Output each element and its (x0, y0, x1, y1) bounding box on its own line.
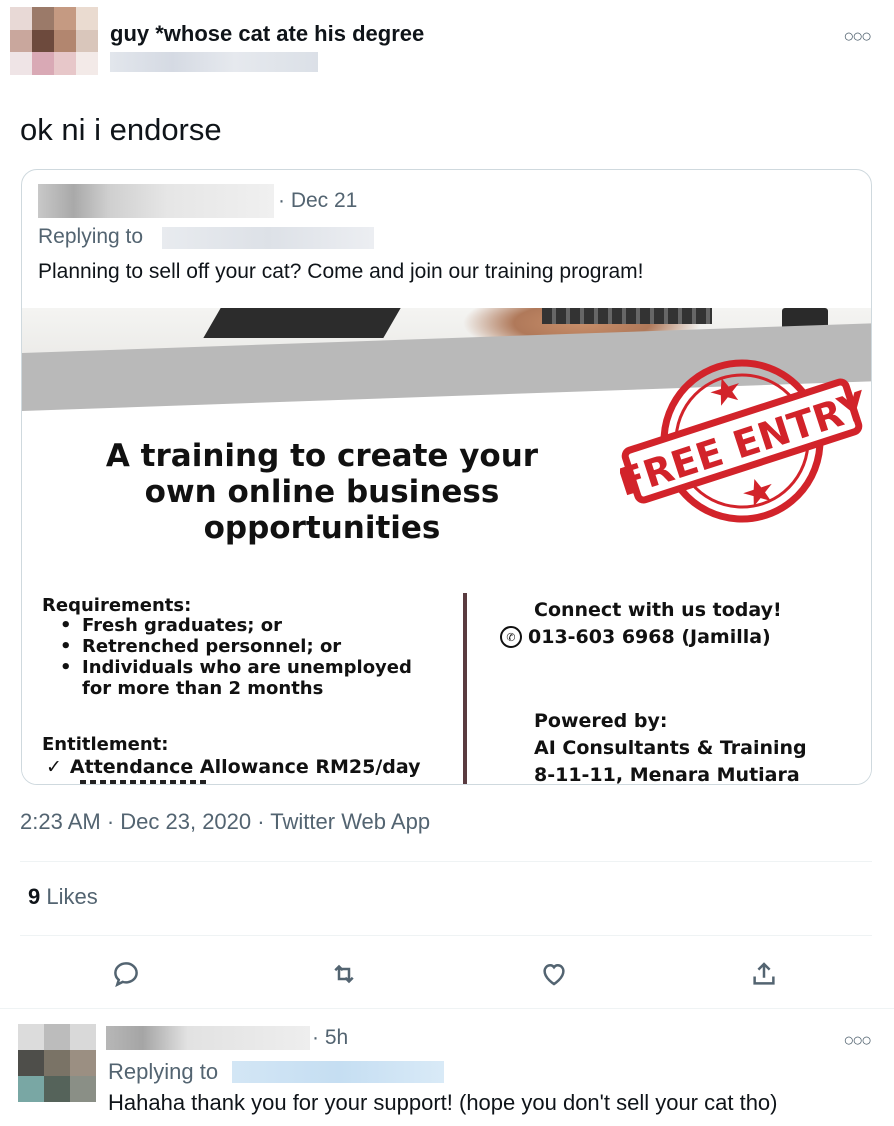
share-icon (753, 962, 775, 985)
free-entry-stamp: FREE ENTRY (620, 359, 865, 523)
laptop-shape (203, 308, 401, 338)
retweet-button[interactable] (326, 956, 362, 992)
divider (0, 1008, 894, 1009)
requirement-item: Fresh graduates; or (60, 615, 412, 636)
poster-divider (463, 593, 467, 784)
tweet-text: ok ni i endorse (20, 112, 222, 147)
replying-to-handle-redacted[interactable] (232, 1061, 444, 1083)
quoted-date: · Dec 21 (278, 189, 358, 212)
headline-line: opportunities (203, 510, 441, 546)
divider (20, 861, 872, 862)
like-icon (543, 963, 565, 986)
quoted-text: Planning to sell off your cat? Come and … (38, 260, 644, 283)
headline-line: A training to create your (105, 438, 539, 474)
requirement-item: Individuals who are unemployed (60, 657, 412, 678)
tweet-timestamp[interactable]: 2:23 AM · Dec 23, 2020 · Twitter Web App (20, 809, 430, 835)
poster-headline: A training to create your own online bus… (52, 438, 592, 546)
share-button[interactable] (746, 956, 782, 992)
powered-by-block: Powered by: AI Consultants & Training 8-… (534, 708, 807, 785)
likes-count[interactable]: 9 Likes (28, 884, 98, 910)
entitlement-item: ✓ Attendance Allowance RM25/day (46, 756, 421, 778)
checkmark-icon: ✓ (46, 756, 62, 778)
entitlement-text: Attendance Allowance RM25/day (69, 756, 421, 778)
keyboard-shape (542, 308, 712, 324)
quoted-tweet[interactable]: · Dec 21 Replying to Planning to sell of… (21, 169, 872, 785)
company-address: 8-11-11, Menara Mutiara (534, 764, 800, 785)
more-options-icon[interactable]: ○○○ (843, 26, 872, 47)
like-button[interactable] (536, 956, 572, 992)
reply-avatar[interactable] (18, 1024, 96, 1102)
reply-icon (114, 962, 138, 988)
requirement-item: for more than 2 months (82, 678, 324, 699)
requirement-item: Retrenched personnel; or (60, 636, 412, 657)
reply-time[interactable]: · 5h (312, 1026, 348, 1050)
likes-number: 9 (28, 884, 41, 909)
reply-button[interactable] (108, 956, 144, 992)
likes-label: Likes (46, 884, 98, 909)
divider (20, 935, 872, 936)
reply-text: Hahaha thank you for your support! (hope… (108, 1090, 778, 1115)
display-name[interactable]: guy *whose cat ate his degree (110, 21, 424, 47)
handle-redacted (110, 52, 318, 72)
avatar[interactable] (10, 7, 98, 75)
replying-to-label: Replying to (38, 225, 144, 248)
powered-by-title: Powered by: (534, 710, 668, 732)
poster-image[interactable]: A training to create your own online bus… (22, 308, 871, 785)
whatsapp-icon: ✆ (500, 626, 522, 648)
company-name: AI Consultants & Training (534, 737, 807, 759)
phone-contact: ✆ 013-603 6968 (Jamilla) (500, 626, 771, 648)
replying-to-label: Replying to (108, 1059, 219, 1084)
connect-title: Connect with us today! (534, 599, 782, 621)
requirements-list: Fresh graduates; or Retrenched personnel… (60, 615, 412, 699)
headline-line: own online business (144, 474, 500, 510)
more-options-icon[interactable]: ○○○ (843, 1030, 872, 1051)
requirements-title: Requirements: (42, 595, 192, 616)
phone-number: 013-603 6968 (Jamilla) (528, 626, 771, 648)
retweet-icon (334, 964, 354, 984)
entitlement-title: Entitlement: (42, 734, 169, 755)
replying-to-handle-redacted (162, 227, 374, 249)
reply-author-redacted[interactable] (106, 1026, 310, 1050)
quoted-author-redacted (38, 184, 274, 218)
cut-off-text (80, 780, 210, 784)
